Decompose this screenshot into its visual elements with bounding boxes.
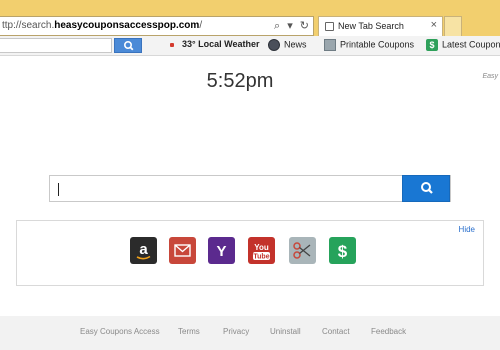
clock-time: 5:52pm xyxy=(206,70,274,92)
toolbar-search-input[interactable] xyxy=(0,38,112,53)
address-url[interactable]: ttp://search.heasycouponsaccesspop.com/ xyxy=(2,20,202,31)
svg-text:Tube: Tube xyxy=(253,254,269,261)
tab-close-icon[interactable]: × xyxy=(431,19,437,31)
footer-link-privacy[interactable]: Privacy xyxy=(223,327,249,336)
address-bar-icons: ⌕ ▾ ↻ xyxy=(270,19,309,33)
hide-link[interactable]: Hide xyxy=(459,225,475,234)
toolbar-local-weather[interactable]: 33° Local Weather xyxy=(170,39,259,53)
main-search-input[interactable] xyxy=(49,175,451,202)
news-icon xyxy=(268,39,280,51)
tab-title: New Tab Search xyxy=(338,21,404,31)
dollar-icon[interactable]: $ xyxy=(329,237,356,264)
address-bar[interactable]: ttp://search.heasycouponsaccesspop.com/ … xyxy=(0,16,314,36)
svg-text:Y: Y xyxy=(216,243,226,260)
search-icon xyxy=(421,182,433,194)
footer-link-easy-coupons-access[interactable]: Easy Coupons Access xyxy=(80,327,160,336)
svg-text:You: You xyxy=(254,243,269,252)
toolbar-search-button[interactable] xyxy=(114,38,142,53)
refresh-icon[interactable]: ↻ xyxy=(300,20,309,32)
svg-text:$: $ xyxy=(338,242,348,261)
dollar-glyph-icon: $ xyxy=(338,242,348,261)
youtube-icon[interactable]: You Tube xyxy=(248,237,275,264)
toolbar-latest-coupons[interactable]: $ Latest Coupons xyxy=(426,39,500,53)
svg-text:a: a xyxy=(139,241,148,258)
printable-coupons-icon xyxy=(324,39,336,51)
dollar-icon: $ xyxy=(426,39,438,51)
yahoo-glyph-icon: Y xyxy=(216,243,226,260)
main-search-button[interactable] xyxy=(402,175,450,202)
amazon-icon[interactable]: a xyxy=(130,237,157,264)
new-tab-button[interactable] xyxy=(444,16,462,36)
scissors-icon xyxy=(293,242,311,259)
search-icon[interactable]: ⌕ xyxy=(274,20,280,32)
tab-favicon-icon xyxy=(325,22,334,31)
yahoo-icon[interactable]: Y xyxy=(208,237,235,264)
footer-link-terms[interactable]: Terms xyxy=(178,327,200,336)
brand-label: Easy xyxy=(482,73,498,80)
search-icon xyxy=(124,40,134,51)
tab-new-tab-search[interactable]: New Tab Search × xyxy=(318,16,443,36)
footer-link-feedback[interactable]: Feedback xyxy=(371,327,406,336)
app-shortcuts-panel: Hide a Y You Tube $ xyxy=(16,220,484,286)
page-footer: Easy Coupons Access Terms Privacy Uninst… xyxy=(0,316,500,350)
coupons-scissors-icon[interactable] xyxy=(289,237,316,264)
text-cursor xyxy=(58,183,59,196)
toolbar-news[interactable]: News xyxy=(268,39,307,53)
footer-link-contact[interactable]: Contact xyxy=(322,327,350,336)
toolbar-printable-coupons[interactable]: Printable Coupons xyxy=(324,39,414,53)
weather-icon xyxy=(170,42,174,47)
footer-link-uninstall[interactable]: Uninstall xyxy=(270,327,301,336)
amazon-glyph-icon: a xyxy=(136,241,151,260)
mail-icon[interactable] xyxy=(169,237,196,264)
youtube-glyph-icon: You Tube xyxy=(253,243,270,261)
extension-toolbar: 33° Local Weather News Printable Coupons… xyxy=(0,36,500,56)
dropdown-arrow-icon[interactable]: ▾ xyxy=(287,20,293,32)
envelope-icon xyxy=(174,244,191,257)
